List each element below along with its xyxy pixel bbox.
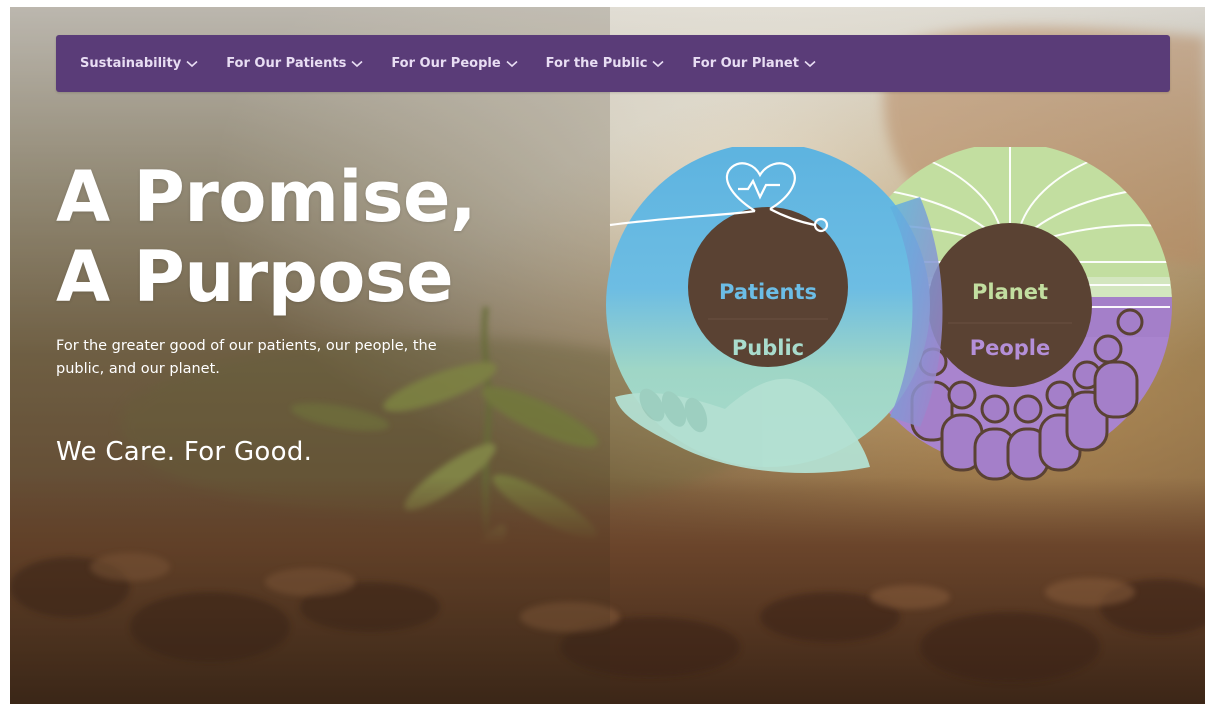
page-frame: Sustainability For Our Patients For Our … (10, 7, 1205, 704)
chevron-down-icon (804, 60, 816, 67)
nav-item-label: For Our Patients (226, 56, 347, 71)
ring-label-people: People (969, 336, 1051, 360)
chevron-down-icon (186, 60, 198, 67)
care-emblem: Patients Public Planet People (590, 147, 1180, 487)
nav-item-label: For the Public (545, 56, 648, 71)
chevron-down-icon (652, 60, 664, 67)
hero-title-line-2: A Purpose (56, 236, 454, 318)
nav-item-for-our-people[interactable]: For Our People (391, 56, 518, 71)
nav-item-for-our-patients[interactable]: For Our Patients (226, 56, 363, 71)
ring-label-patients: Patients (719, 280, 817, 304)
nav-item-label: For Our Planet (692, 56, 799, 71)
nav-item-label: Sustainability (80, 56, 182, 71)
ring-label-public: Public (731, 336, 805, 360)
chevron-down-icon (506, 60, 518, 67)
hero-title: A Promise, A Purpose (56, 157, 616, 317)
chevron-down-icon (351, 60, 363, 67)
nav-item-for-the-public[interactable]: For the Public (546, 56, 665, 71)
hero-title-line-1: A Promise, (56, 156, 477, 238)
nav-item-sustainability[interactable]: Sustainability (80, 56, 198, 71)
main-nav: Sustainability For Our Patients For Our … (56, 35, 1170, 92)
nav-item-label: For Our People (391, 56, 501, 71)
hero-tagline: We Care. For Good. (56, 437, 313, 467)
ring-label-planet: Planet (972, 280, 1048, 304)
hero-subtitle: For the greater good of our patients, ou… (56, 338, 437, 377)
nav-item-for-our-planet[interactable]: For Our Planet (692, 56, 816, 71)
